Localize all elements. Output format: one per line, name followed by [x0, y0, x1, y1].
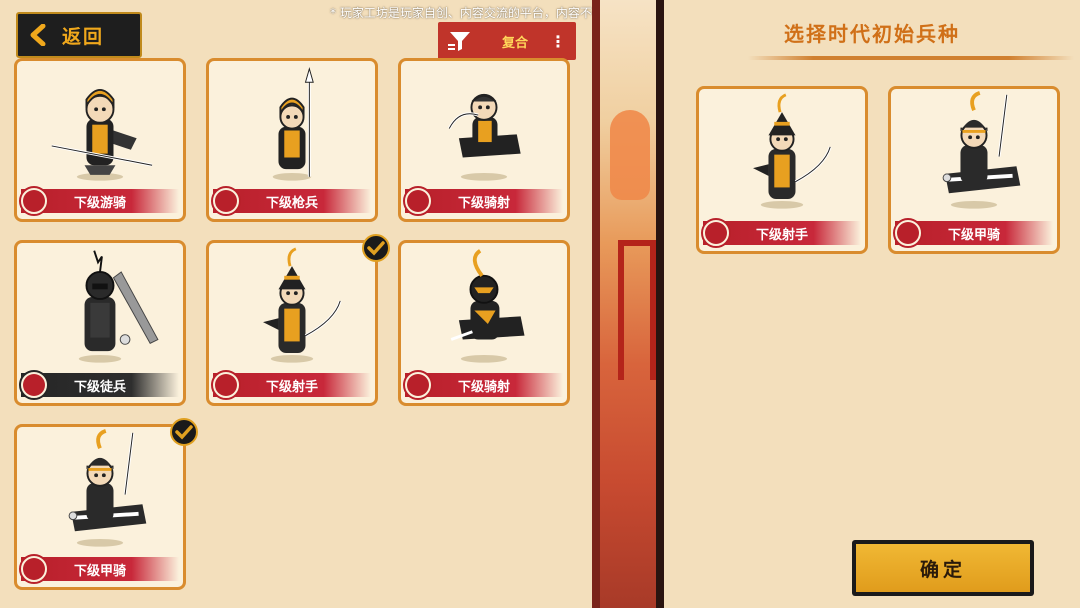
horse-archer-icon [407, 190, 429, 212]
selected-unit-card[interactable]: 下级甲骑 [888, 86, 1060, 254]
selected-check-icon [170, 418, 198, 446]
unit-card[interactable]: 下级枪兵 [206, 58, 378, 222]
horse-archer-figure [447, 93, 521, 181]
spear-icon [215, 190, 237, 212]
filter-dropdown[interactable]: 复合 ⋮ [438, 22, 576, 60]
unit-name: 下级枪兵 [265, 195, 318, 211]
unit-class-badge [211, 186, 241, 216]
selection-panel: 选择时代初始兵种 下级射手 下级甲骑 [664, 0, 1080, 608]
unit-class-badge [211, 370, 241, 400]
chevron-left-icon [30, 24, 46, 46]
filter-icon [448, 32, 470, 51]
armored-cavalry-figure [68, 429, 147, 547]
panel-title: 选择时代初始兵种 [784, 22, 960, 46]
filter-label: 复合 [502, 35, 529, 51]
confirm-button-face: 确定 [856, 544, 1030, 592]
cavalry-icon [23, 190, 45, 212]
back-label: 返回 [62, 25, 105, 48]
unit-name: 下级游骑 [73, 195, 126, 211]
selected-unit-card[interactable]: 下级射手 [696, 86, 868, 254]
unit-card[interactable]: 下级甲骑 [14, 424, 186, 590]
unit-name: 下级甲骑 [73, 563, 126, 579]
more-options-icon[interactable]: ⋮ [550, 32, 566, 51]
unit-card[interactable]: 下级徒兵 [14, 240, 186, 406]
armored-cavalry-icon [23, 558, 45, 580]
unit-name: 下级射手 [265, 379, 318, 395]
archer-figure [263, 247, 342, 363]
unit-card[interactable]: 下级游骑 [14, 58, 186, 222]
selected-check-icon [362, 234, 390, 262]
unit-class-badge [893, 218, 923, 248]
back-button[interactable]: 返回 [16, 12, 142, 58]
panel-divider-scenery [592, 0, 664, 608]
title-underline [748, 56, 1074, 60]
unit-list-panel: 返回 复合 ⋮ 下级游骑 下级枪兵 下级骑射 下级徒兵 下级射手 下级骑射 下级… [0, 0, 592, 608]
armored-cavalry-figure [942, 91, 1021, 209]
sword-icon [23, 374, 45, 396]
unit-name: 下级骑射 [457, 195, 510, 211]
unit-name: 下级射手 [755, 227, 808, 243]
bow-icon [705, 222, 727, 244]
unit-class-badge [403, 186, 433, 216]
horse-archer-icon [407, 374, 429, 396]
unit-card[interactable]: 下级射手 [206, 240, 378, 406]
unit-name: 下级骑射 [457, 379, 510, 395]
unit-class-badge [19, 370, 49, 400]
unit-class-badge [403, 370, 433, 400]
unit-name: 下级甲骑 [947, 227, 1000, 243]
archer-figure [753, 93, 832, 209]
unit-name: 下级徒兵 [73, 379, 126, 395]
unit-card[interactable]: 下级骑射 [398, 240, 570, 406]
tree-decoration [610, 110, 650, 200]
confirm-button[interactable]: 确定 [852, 540, 1034, 596]
unit-class-badge [19, 186, 49, 216]
unit-class-badge [701, 218, 731, 248]
unit-class-badge [19, 554, 49, 584]
confirm-label: 确定 [919, 558, 966, 581]
bow-icon [215, 374, 237, 396]
cavalry-scout-figure [51, 89, 153, 181]
spearman-figure [272, 66, 314, 181]
unit-card[interactable]: 下级骑射 [398, 58, 570, 222]
infantry-figure [78, 250, 159, 363]
elite-horse-archer-figure [450, 249, 525, 363]
armored-cavalry-icon [897, 222, 919, 244]
gate-decoration [618, 240, 656, 380]
